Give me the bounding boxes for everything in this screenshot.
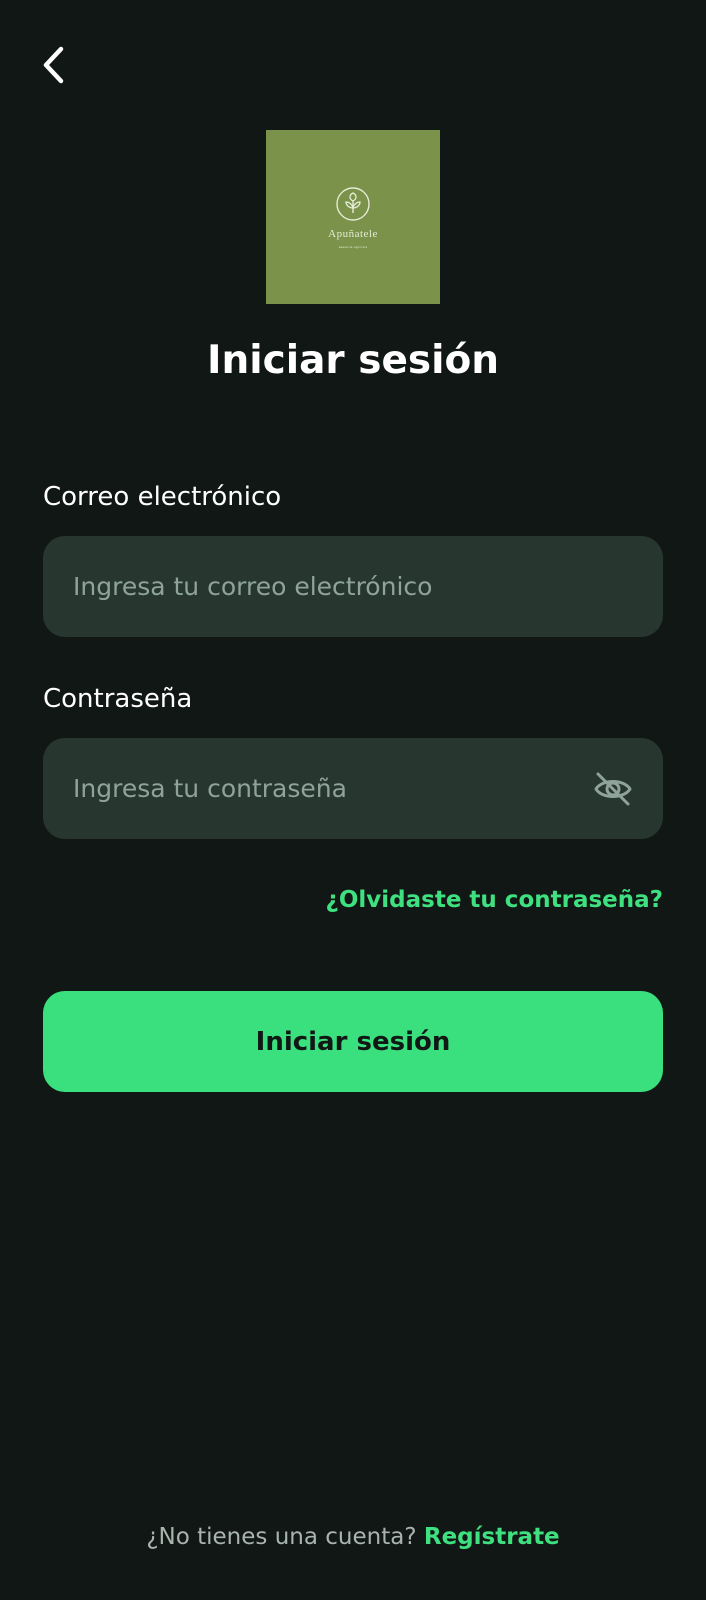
page-title: Iniciar sesión: [206, 338, 500, 383]
email-label: Correo electrónico: [43, 482, 282, 512]
password-field-container: [43, 738, 663, 839]
eye-off-icon: [594, 772, 632, 805]
email-field-container: [43, 536, 663, 637]
logo-tagline: asesoría agrícola: [338, 244, 368, 249]
forgot-password-link[interactable]: ¿Olvidaste tu contraseña?: [326, 887, 664, 913]
login-button[interactable]: Iniciar sesión: [43, 991, 663, 1092]
login-screen: Apuñatele asesoría agrícola Iniciar sesi…: [0, 0, 706, 1600]
chevron-left-icon: [43, 46, 64, 84]
back-button[interactable]: [34, 40, 74, 90]
password-input[interactable]: [73, 774, 591, 803]
logo-name: Apuñatele: [328, 227, 378, 240]
email-input[interactable]: [73, 572, 635, 601]
signup-prompt-text: ¿No tienes una cuenta?: [146, 1524, 417, 1550]
app-logo: Apuñatele asesoría agrícola: [266, 130, 440, 304]
toggle-password-visibility[interactable]: [591, 767, 635, 811]
signup-prompt: ¿No tienes una cuenta? Regístrate: [0, 1524, 706, 1550]
register-link[interactable]: Regístrate: [424, 1524, 560, 1550]
leaf-sprout-icon: [336, 186, 370, 221]
password-label: Contraseña: [43, 684, 193, 714]
